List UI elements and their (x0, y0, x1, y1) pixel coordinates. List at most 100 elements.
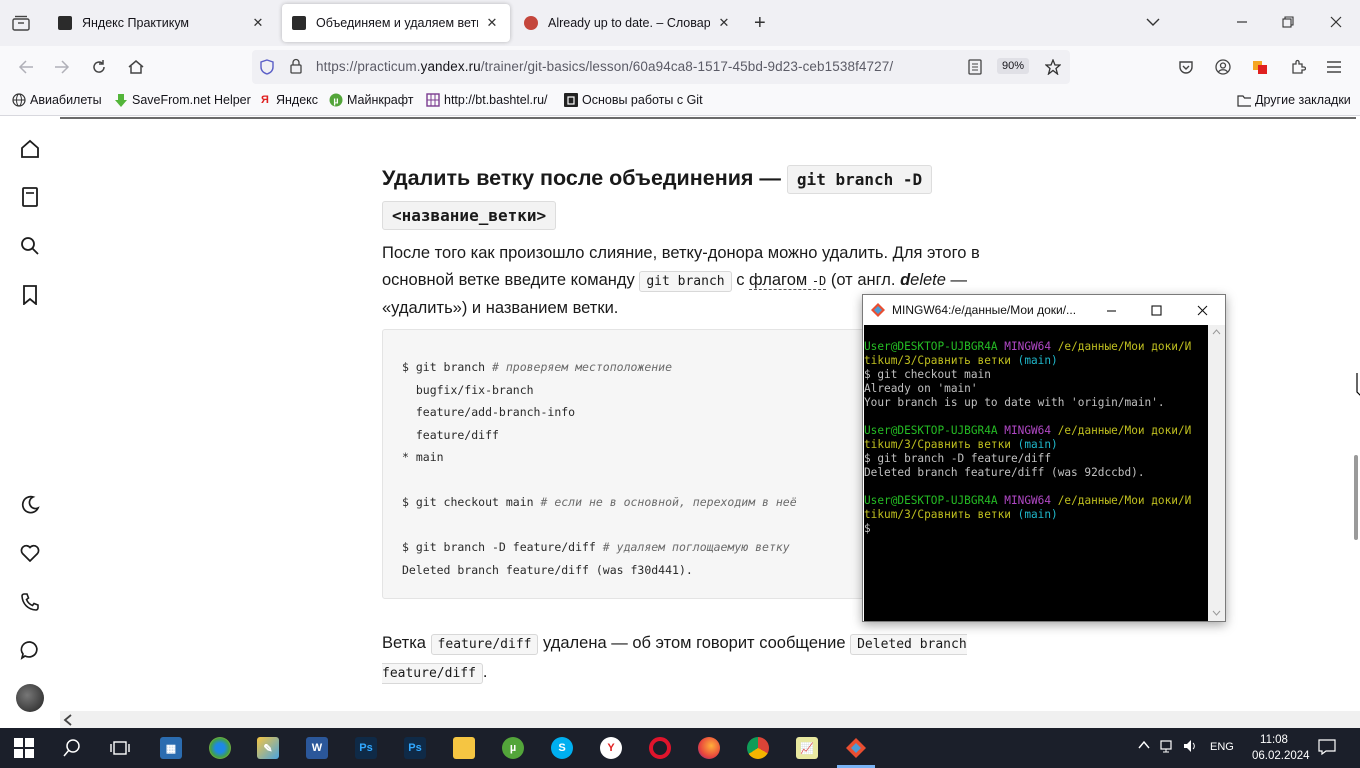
input-prompt[interactable]: $ (864, 522, 1208, 536)
excel-chart-app-icon[interactable]: 📈 (792, 734, 822, 762)
moon-icon[interactable] (18, 493, 42, 517)
horizontal-scrollbar[interactable] (60, 711, 1360, 728)
terminal-scrollbar[interactable] (1208, 325, 1225, 621)
chevron-left-icon[interactable] (63, 711, 73, 729)
zoom-level[interactable]: 90% (997, 58, 1030, 74)
forward-arrow-icon[interactable] (48, 54, 76, 80)
close-tab-icon[interactable]: ✕ (484, 15, 500, 31)
tab-already-up-to-date[interactable]: Already up to date. – Словарь и ✕ (514, 4, 742, 42)
other-bookmarks-folder[interactable]: Другие закладки (1237, 93, 1351, 107)
output-line: Deleted branch feature/diff (was 92dccbd… (864, 466, 1145, 479)
git-bash-window[interactable]: MINGW64:/e/данные/Мои доки/... User@DESK… (862, 294, 1226, 622)
menu-hamburger-icon[interactable] (1320, 54, 1348, 80)
command-line: $ git branch -D feature/diff (864, 452, 1052, 465)
restore-icon[interactable] (1274, 10, 1302, 34)
flag-link[interactable]: флагом -D (749, 270, 827, 290)
heart-icon[interactable] (18, 541, 42, 565)
taskbar-clock[interactable]: 11:08 06.02.2024 (1252, 732, 1310, 764)
inline-code: feature/diff (430, 634, 539, 655)
close-icon[interactable] (1187, 299, 1217, 321)
url-text: https://practicum.yandex.ru/trainer/git-… (316, 59, 894, 74)
back-arrow-icon[interactable] (12, 54, 40, 80)
opera-app-icon[interactable] (645, 734, 675, 762)
paint-app-icon[interactable]: ✎ (253, 734, 283, 762)
git-bash-app-icon[interactable] (837, 734, 875, 768)
tab-merge-delete-branches[interactable]: Объединяем и удаляем ветки – ✕ (282, 4, 510, 42)
extensions-puzzle-icon[interactable] (1284, 54, 1312, 80)
minimize-icon[interactable] (1228, 10, 1256, 34)
firefox-app-icon[interactable] (694, 734, 724, 762)
phone-icon[interactable] (18, 590, 42, 614)
chevron-down-icon[interactable] (1146, 14, 1160, 32)
minimize-icon[interactable] (1096, 299, 1126, 321)
yandex-browser-icon[interactable]: Y (596, 734, 626, 762)
close-tab-icon[interactable]: ✕ (250, 15, 266, 31)
task-view-icon[interactable] (105, 734, 135, 762)
extension-color-icon[interactable] (1246, 54, 1274, 80)
home-icon[interactable] (122, 54, 150, 80)
bookmark-star-icon[interactable] (1044, 58, 1062, 80)
pocket-icon[interactable] (1172, 54, 1200, 80)
utorrent-app-icon[interactable]: µ (498, 734, 528, 762)
terminal-output[interactable]: User@DESKTOP-UJBGR4A MINGW64 /e/данные/М… (864, 325, 1208, 621)
terminal-title: MINGW64:/e/данные/Мои доки/... (892, 303, 1077, 317)
bookmark-savefrom[interactable]: SaveFrom.net Helper (114, 93, 251, 107)
svg-text:µ: µ (333, 96, 338, 106)
notifications-icon[interactable] (1318, 739, 1336, 758)
grid-site-icon (426, 93, 440, 107)
bookmark-aviabilety[interactable]: Авиабилеты (12, 93, 102, 107)
volume-icon[interactable] (1183, 739, 1199, 756)
command-line: $ git checkout main (864, 368, 991, 381)
input-language[interactable]: ENG (1210, 741, 1234, 753)
reload-icon[interactable] (85, 54, 113, 80)
tab-yandex-practicum[interactable]: Яндекс Практикум ✕ (48, 4, 276, 42)
chat-icon[interactable] (18, 638, 42, 662)
tray-overflow-icon[interactable] (1138, 739, 1150, 753)
vertical-scrollbar-thumb[interactable] (1354, 455, 1358, 540)
tab-list-icon[interactable] (8, 10, 34, 36)
search-icon[interactable] (57, 734, 87, 762)
tracking-shield-icon[interactable] (260, 59, 274, 80)
skype-app-icon[interactable]: S (547, 734, 577, 762)
prompt-line: User@DESKTOP-UJBGR4A MINGW64 /e/данные/М… (864, 340, 1192, 353)
photoshop-app-icon[interactable]: Ps (400, 734, 430, 762)
close-tab-icon[interactable]: ✕ (716, 15, 732, 31)
yandex-icon: Я (261, 94, 269, 106)
practicum-favicon (58, 16, 72, 30)
maximize-icon[interactable] (1141, 299, 1171, 321)
network-icon[interactable] (1160, 739, 1176, 756)
bookmark-git-basics[interactable]: Основы работы с Git (564, 93, 703, 107)
inline-code: git branch (639, 270, 732, 292)
account-icon[interactable] (1209, 54, 1237, 80)
bookmark-icon[interactable] (18, 283, 42, 307)
new-tab-icon[interactable]: + (754, 12, 766, 35)
git-bash-icon (871, 303, 885, 317)
prompt-line: tikum/3/Сравнить ветки (main) (864, 354, 1058, 367)
windows-taskbar: ▦ ✎ W Ps Ps µ S Y 📈 ENG 11:08 06.02.2024 (0, 728, 1360, 768)
avatar[interactable] (16, 684, 44, 712)
windows-start-icon[interactable] (9, 734, 39, 762)
close-window-icon[interactable] (1322, 10, 1350, 34)
bookmark-minecraft[interactable]: µ Майнкрафт (329, 93, 414, 107)
practicum-favicon (292, 16, 306, 30)
bookmark-yandex[interactable]: Я Яндекс (258, 93, 318, 107)
file-explorer-icon[interactable] (449, 734, 479, 762)
address-bar[interactable]: https://practicum.yandex.ru/trainer/git-… (252, 50, 1070, 84)
chrome-app-icon[interactable] (743, 734, 773, 762)
home-icon[interactable] (18, 137, 42, 161)
search-icon[interactable] (18, 234, 42, 258)
reader-view-icon[interactable] (968, 59, 982, 80)
prompt-line: tikum/3/Сравнить ветки (main) (864, 508, 1058, 521)
code-comment: # если не в основной, переходим в неё (540, 495, 797, 509)
word-app-icon[interactable]: W (302, 734, 332, 762)
bookmark-bashtel[interactable]: http://bt.bashtel.ru/ (426, 93, 548, 107)
calculator-app-icon[interactable]: ▦ (156, 734, 186, 762)
terminal-titlebar[interactable]: MINGW64:/e/данные/Мои доки/... (863, 295, 1225, 325)
book-icon[interactable] (18, 185, 42, 209)
browser-app-icon[interactable] (205, 734, 235, 762)
site-sidebar (0, 117, 60, 712)
lock-icon[interactable] (290, 58, 302, 79)
photoshop-app-icon[interactable]: Ps (351, 734, 381, 762)
navigation-bar: https://practicum.yandex.ru/trainer/git-… (0, 46, 1360, 88)
prompt-line: User@DESKTOP-UJBGR4A MINGW64 /e/данные/М… (864, 424, 1192, 437)
